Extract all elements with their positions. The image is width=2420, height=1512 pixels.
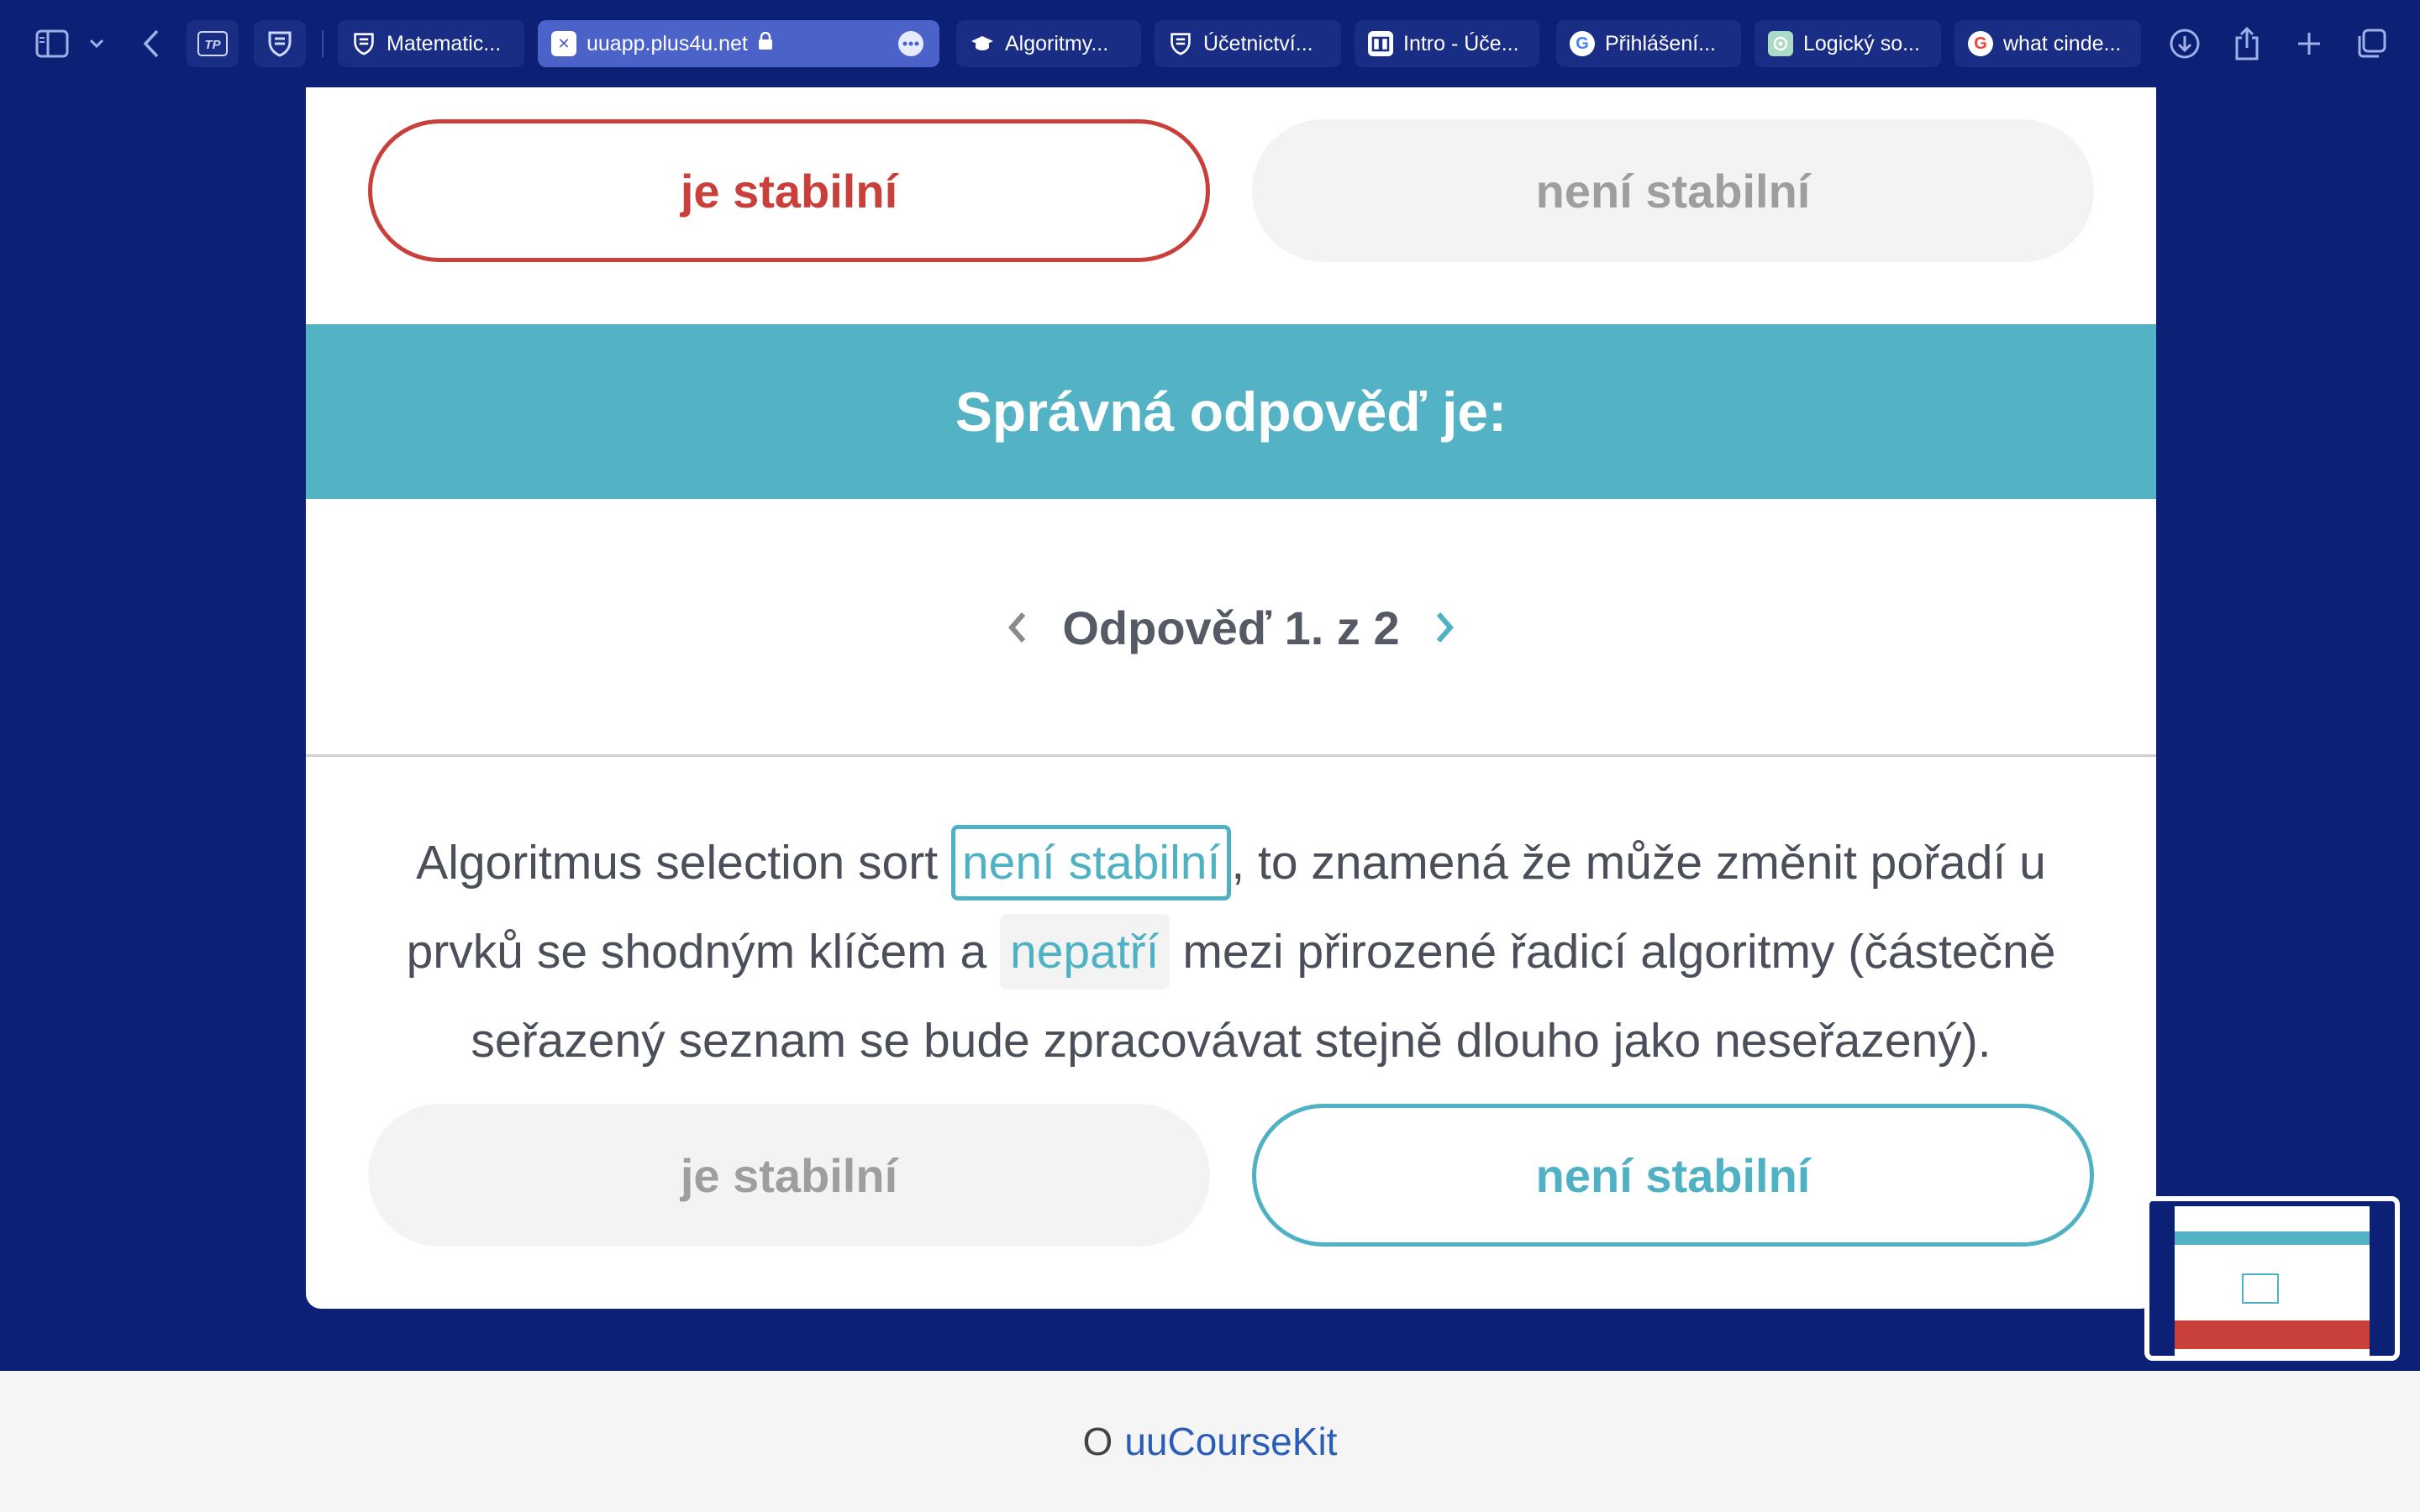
shield-icon xyxy=(351,31,376,56)
lock-icon xyxy=(758,31,773,56)
prev-answer-icon[interactable] xyxy=(1005,601,1028,654)
tab-ucetnictvi[interactable]: Účetnictví... xyxy=(1155,20,1341,67)
answer-text-part: Algoritmus selection sort xyxy=(416,836,951,890)
share-icon[interactable] xyxy=(2228,22,2265,66)
tab-label: Intro - Úče... xyxy=(1403,31,1519,55)
tab-algoritmy[interactable]: Algoritmy... xyxy=(956,20,1141,67)
sidebar-toggle-icon[interactable] xyxy=(30,22,74,66)
more-options-icon[interactable] xyxy=(897,30,924,63)
tab-label: Algoritmy... xyxy=(1005,31,1109,55)
tab-label: uuapp.plus4u.net xyxy=(587,31,748,55)
answer-option-neni-stabilni: není stabilní xyxy=(1252,1104,2094,1247)
book-icon xyxy=(1368,31,1393,56)
answer-option-je-stabilni: je stabilní xyxy=(368,1104,1210,1247)
uucoursekit-link[interactable]: uuCourseKit xyxy=(1124,1419,1337,1464)
answer-paragraph: Algoritmus selection sort není stabilní,… xyxy=(356,818,2106,1085)
tab-intro[interactable]: Intro - Úče... xyxy=(1355,20,1539,67)
screen-thumbnail[interactable] xyxy=(2144,1196,2400,1361)
next-answer-icon[interactable] xyxy=(1434,601,1457,654)
new-tab-icon[interactable] xyxy=(2291,22,2328,66)
browser-toolbar: TP Matematic... ✕ uuapp.plus4u.net Algor… xyxy=(0,0,2420,87)
thumbnail-banner xyxy=(2175,1231,2370,1245)
thumbnail-red-bar xyxy=(2175,1320,2370,1349)
page-footer: O uuCourseKit xyxy=(0,1371,2420,1512)
tab-overview-icon[interactable] xyxy=(2353,22,2390,66)
banner-title: Správná odpověď je: xyxy=(955,381,1507,443)
correct-answer-banner: Správná odpověď je: xyxy=(306,324,2156,499)
option-je-stabilni-button[interactable]: je stabilní xyxy=(368,119,1210,262)
shield-icon xyxy=(1168,31,1193,56)
answer-blank-2: nepatří xyxy=(1000,914,1170,990)
shield-icon xyxy=(268,31,292,57)
tp-icon: TP xyxy=(197,31,228,56)
tab-label: what cinde... xyxy=(2003,31,2122,55)
tab-what-cinder[interactable]: G what cinde... xyxy=(1954,20,2141,67)
thumbnail-image xyxy=(2242,1273,2279,1304)
tab-prihlaseni[interactable]: G Přihlášení... xyxy=(1556,20,1741,67)
tab-label: Přihlášení... xyxy=(1605,31,1717,55)
graduation-cap-icon xyxy=(970,31,995,56)
pinned-tab-shield[interactable] xyxy=(254,20,306,67)
chevron-down-icon[interactable] xyxy=(84,22,109,66)
tab-matematic[interactable]: Matematic... xyxy=(338,20,524,67)
quiz-card: je stabilní není stabilní Správná odpově… xyxy=(306,87,2156,1309)
google-icon: G xyxy=(1570,31,1595,56)
tab-uuapp[interactable]: ✕ uuapp.plus4u.net xyxy=(538,20,939,67)
tab-label: Logický so... xyxy=(1803,31,1920,55)
svg-text:TP: TP xyxy=(204,38,221,52)
thumbnail-page xyxy=(2175,1206,2370,1356)
google-icon: G xyxy=(1968,31,1993,56)
back-icon[interactable] xyxy=(134,22,168,66)
tab-label: Účetnictví... xyxy=(1203,31,1313,55)
openai-icon xyxy=(1768,31,1793,56)
pinned-tab-tp[interactable]: TP xyxy=(187,20,239,67)
tab-label: Matematic... xyxy=(387,31,502,55)
divider xyxy=(306,754,2156,757)
toolbar-divider xyxy=(322,30,324,57)
answer-blank-1: není stabilní xyxy=(950,825,1232,900)
tab-logicky[interactable]: Logický so... xyxy=(1754,20,1941,67)
pager-label: Odpověď 1. z 2 xyxy=(1062,601,1400,654)
option-neni-stabilni-button[interactable]: není stabilní xyxy=(1252,119,2094,262)
footer-prefix: O xyxy=(1082,1420,1113,1463)
download-icon[interactable] xyxy=(2166,22,2203,66)
x-square-icon: ✕ xyxy=(551,31,576,56)
answer-pager: Odpověď 1. z 2 xyxy=(306,499,2156,756)
